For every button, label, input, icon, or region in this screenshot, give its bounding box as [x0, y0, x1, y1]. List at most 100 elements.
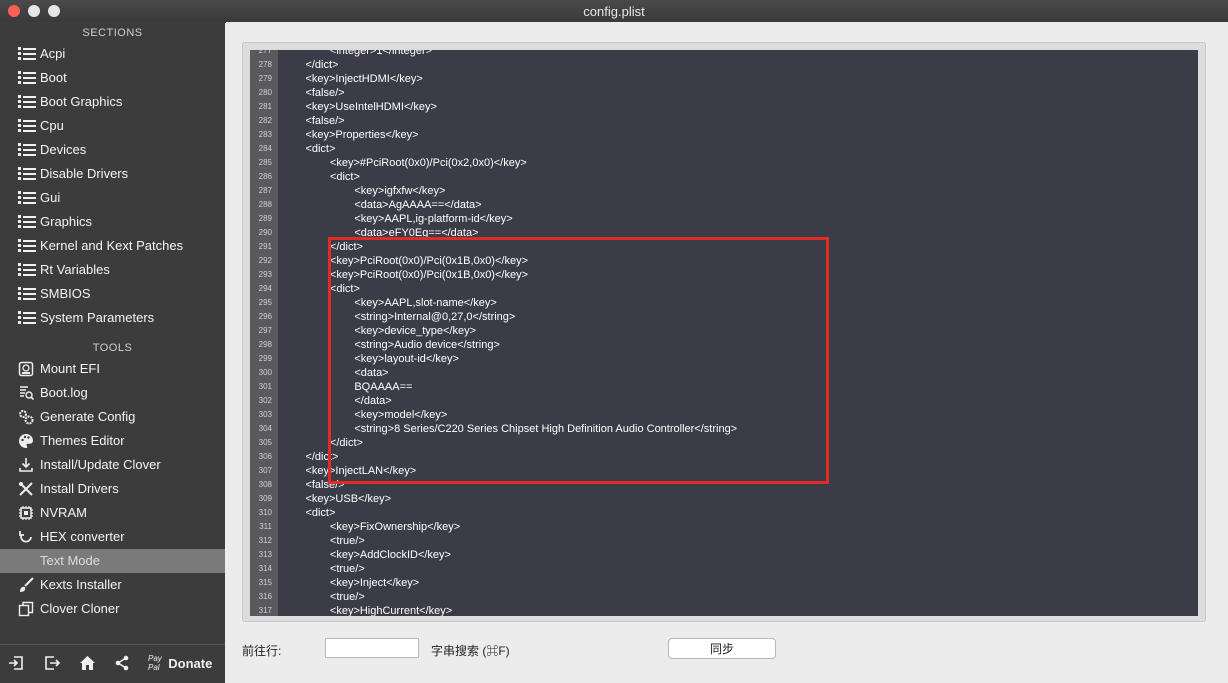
code-line: 311 <key>FixOwnership</key>	[250, 520, 1198, 534]
line-number: 286	[258, 172, 272, 181]
sidebar-item-acpi[interactable]: Acpi	[0, 42, 225, 66]
sidebar-item-label: Boot	[40, 70, 67, 85]
tool-item-text-mode[interactable]: Text Mode	[0, 549, 225, 573]
sidebar-item-graphics[interactable]: Graphics	[0, 210, 225, 234]
tool-item-nvram[interactable]: NVRAM	[0, 501, 225, 525]
line-number: 284	[258, 144, 272, 153]
line-text: <dict>	[281, 507, 336, 519]
line-number: 277	[258, 50, 272, 55]
code-line: 281 <key>UseIntelHDMI</key>	[250, 100, 1198, 114]
line-text: <key>AAPL,ig-platform-id</key>	[281, 213, 513, 225]
import-icon[interactable]	[8, 655, 24, 675]
line-number: 278	[258, 60, 272, 69]
sidebar-item-disable-drivers[interactable]: Disable Drivers	[0, 162, 225, 186]
sidebar-item-devices[interactable]: Devices	[0, 138, 225, 162]
tool-item-boot-log[interactable]: Boot.log	[0, 381, 225, 405]
tool-item-label: NVRAM	[40, 505, 87, 520]
tool-item-clover-cloner[interactable]: Clover Cloner	[0, 597, 225, 621]
code-line: 309 <key>USB</key>	[250, 492, 1198, 506]
goto-line-input[interactable]	[325, 638, 419, 658]
line-number: 301	[258, 382, 272, 391]
list-icon	[18, 287, 36, 301]
tool-item-install-update-clover[interactable]: Install/Update Clover	[0, 453, 225, 477]
line-number: 303	[258, 410, 272, 419]
line-number: 281	[258, 102, 272, 111]
line-number: 307	[258, 466, 272, 475]
line-text: <data>AgAAAA==</data>	[281, 199, 482, 211]
sidebar-item-boot-graphics[interactable]: Boot Graphics	[0, 90, 225, 114]
code-line: 287 <key>igfxfw</key>	[250, 184, 1198, 198]
sync-button[interactable]: 同步	[668, 638, 776, 659]
tool-item-install-drivers[interactable]: Install Drivers	[0, 477, 225, 501]
wrench-screwdriver-icon	[18, 481, 36, 497]
sidebar-item-label: Disable Drivers	[40, 166, 129, 181]
sidebar-item-gui[interactable]: Gui	[0, 186, 225, 210]
code-line: 284 <dict>	[250, 142, 1198, 156]
list-icon	[18, 143, 36, 157]
download-icon	[18, 457, 36, 473]
code-line: 314 <true/>	[250, 562, 1198, 576]
line-number: 292	[258, 256, 272, 265]
code-line: 316 <true/>	[250, 590, 1198, 604]
refresh-icon	[18, 529, 36, 545]
tool-item-label: Mount EFI	[40, 361, 100, 376]
title-bar: config.plist	[0, 0, 1228, 23]
export-icon[interactable]	[44, 655, 61, 675]
gears-icon	[18, 409, 36, 425]
line-number: 313	[258, 550, 272, 559]
tool-item-label: Generate Config	[40, 409, 136, 424]
line-number: 296	[258, 312, 272, 321]
line-text: <dict>	[281, 143, 336, 155]
line-number: 309	[258, 494, 272, 503]
sidebar-item-system-parameters[interactable]: System Parameters	[0, 306, 225, 330]
line-text: <true/>	[281, 535, 365, 547]
log-search-icon	[18, 385, 36, 401]
line-number: 302	[258, 396, 272, 405]
sidebar-item-label: Devices	[40, 142, 87, 157]
list-icon	[18, 167, 36, 181]
line-number: 288	[258, 200, 272, 209]
line-number: 285	[258, 158, 272, 167]
code-line: 310 <dict>	[250, 506, 1198, 520]
goto-line-label: 前往行:	[242, 644, 282, 658]
tool-item-label: Boot.log	[40, 385, 88, 400]
home-icon[interactable]	[79, 655, 96, 675]
line-text: <false/>	[281, 115, 345, 127]
sidebar-item-rt-variables[interactable]: Rt Variables	[0, 258, 225, 282]
sidebar-item-kernel-and-kext-patches[interactable]: Kernel and Kext Patches	[0, 234, 225, 258]
sidebar-item-smbios[interactable]: SMBIOS	[0, 282, 225, 306]
list-icon	[18, 95, 36, 109]
line-number: 308	[258, 480, 272, 489]
sidebar-item-label: System Parameters	[40, 310, 155, 325]
line-number: 306	[258, 452, 272, 461]
sidebar-item-label: Boot Graphics	[40, 94, 123, 109]
line-number: 317	[258, 606, 272, 615]
tool-item-label: HEX converter	[40, 529, 125, 544]
tool-item-label: Themes Editor	[40, 433, 125, 448]
line-number: 316	[258, 592, 272, 601]
highlight-box	[328, 237, 829, 484]
tool-item-themes-editor[interactable]: Themes Editor	[0, 429, 225, 453]
sidebar-item-cpu[interactable]: Cpu	[0, 114, 225, 138]
line-text: <dict>	[281, 171, 360, 183]
tool-item-generate-config[interactable]: Generate Config	[0, 405, 225, 429]
code-line: 282 <false/>	[250, 114, 1198, 128]
sidebar-item-boot[interactable]: Boot	[0, 66, 225, 90]
line-number: 312	[258, 536, 272, 545]
tool-item-kexts-installer[interactable]: Kexts Installer	[0, 573, 225, 597]
tool-item-mount-efi[interactable]: Mount EFI	[0, 357, 225, 381]
tool-item-label: Clover Cloner	[40, 601, 120, 616]
sidebar-item-label: Rt Variables	[40, 262, 110, 277]
list-icon	[18, 215, 36, 229]
line-number: 314	[258, 564, 272, 573]
code-line: 312 <true/>	[250, 534, 1198, 548]
line-number: 305	[258, 438, 272, 447]
list-icon	[18, 239, 36, 253]
line-text: <key>UseIntelHDMI</key>	[281, 101, 437, 113]
line-number: 282	[258, 116, 272, 125]
code-line: 278 </dict>	[250, 58, 1198, 72]
brush-icon	[18, 577, 36, 593]
share-icon[interactable]	[114, 655, 130, 675]
donate-button[interactable]: Pay Pal Donate	[148, 654, 212, 672]
tool-item-hex-converter[interactable]: HEX converter	[0, 525, 225, 549]
